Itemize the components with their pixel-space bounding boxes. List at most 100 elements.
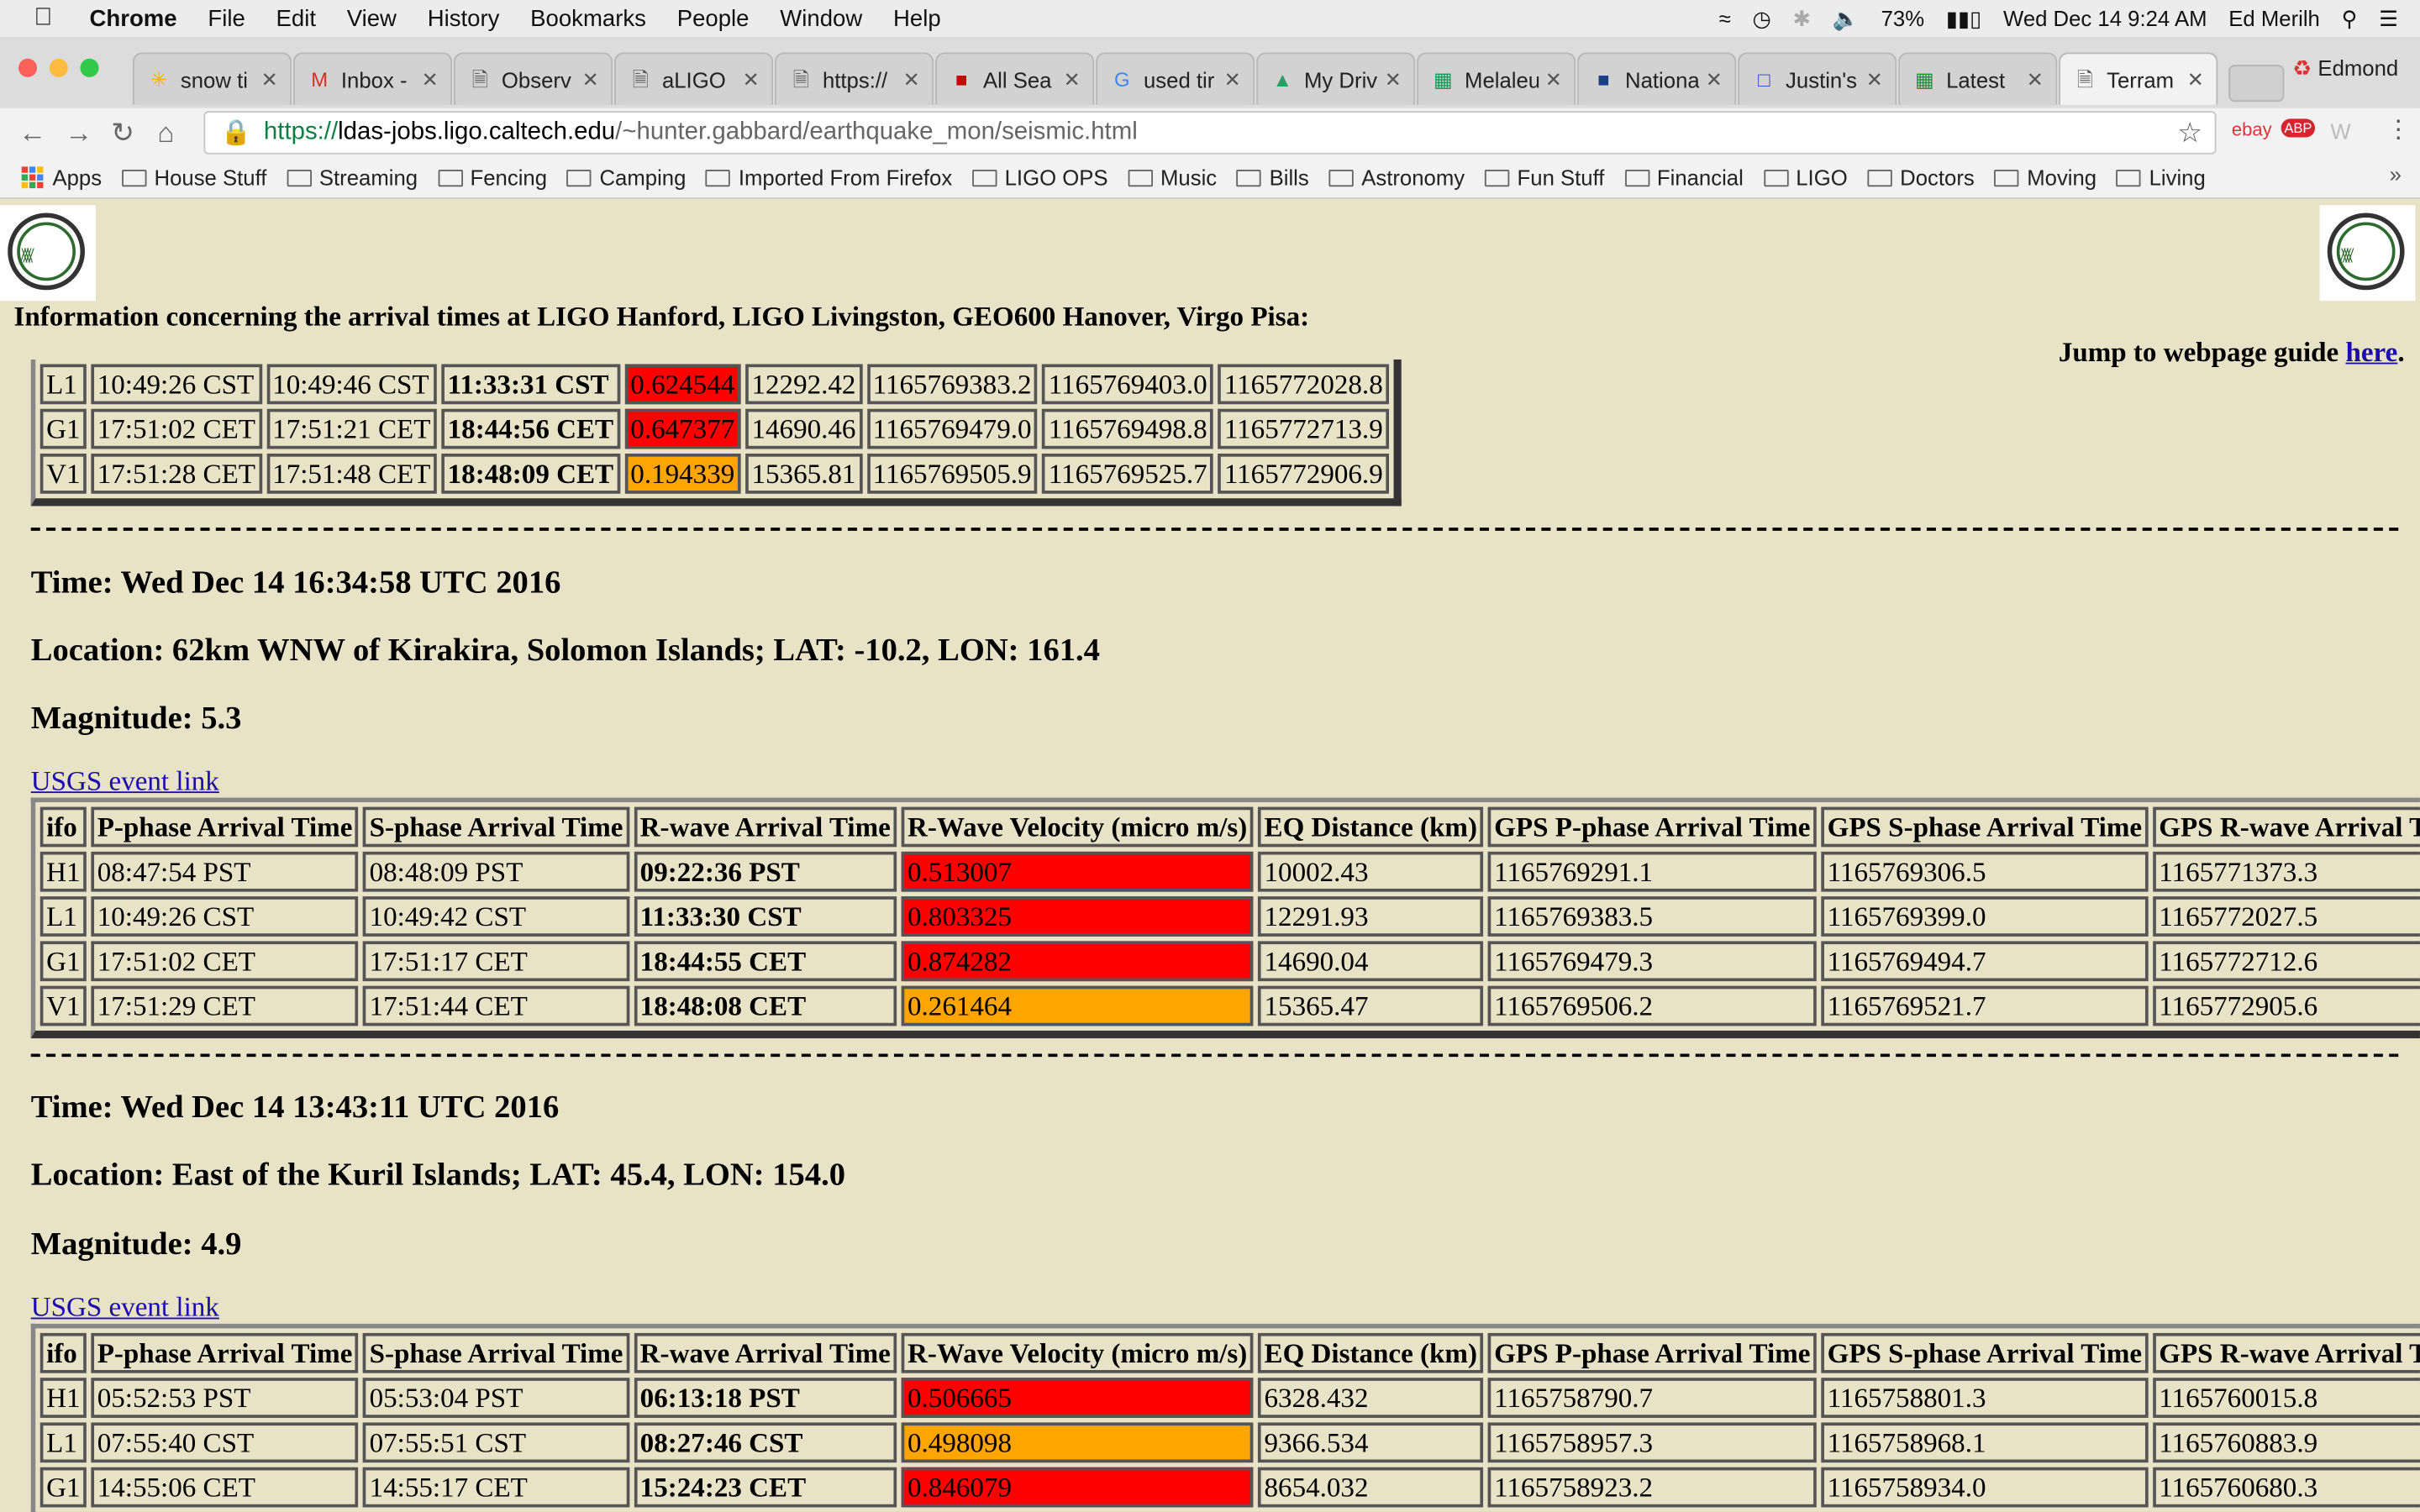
browser-tab[interactable]: ▦ Latest ✕ bbox=[1898, 52, 2058, 105]
bookmark-folder[interactable]: LIGO bbox=[1763, 165, 1848, 190]
browser-tab[interactable]: 🗎 aLIGO ✕ bbox=[614, 52, 774, 105]
browser-tab[interactable]: □ Justin's ✕ bbox=[1738, 52, 1897, 105]
column-header: GPS R-wave Arrival Time bbox=[2152, 1332, 2420, 1373]
close-tab-icon[interactable]: ✕ bbox=[1064, 67, 1081, 92]
bookmark-folder[interactable]: Bills bbox=[1237, 165, 1309, 190]
battery-icon[interactable]: ▮▮▯ bbox=[1946, 5, 1981, 31]
bookmark-apps[interactable]: Apps bbox=[0, 165, 102, 190]
green-icon: ▦ bbox=[1915, 66, 1934, 91]
menu-window[interactable]: Window bbox=[780, 5, 862, 31]
table-cell: 1165772028.8 bbox=[1218, 364, 1390, 405]
column-header: ifo bbox=[39, 1332, 87, 1373]
menu-app-name[interactable]: Chrome bbox=[90, 5, 177, 31]
browser-tab[interactable]: M Inbox - ✕ bbox=[292, 52, 453, 105]
bookmark-folder[interactable]: Music bbox=[1128, 165, 1217, 190]
page-icon: 🗎 bbox=[632, 66, 649, 91]
user-name[interactable]: Ed Merilh bbox=[2228, 6, 2320, 30]
close-tab-icon[interactable]: ✕ bbox=[2187, 67, 2204, 92]
bookmark-folder[interactable]: Financial bbox=[1624, 165, 1744, 190]
menu-bookmarks[interactable]: Bookmarks bbox=[530, 5, 646, 31]
close-tab-icon[interactable]: ✕ bbox=[743, 67, 760, 92]
folder-icon bbox=[1624, 169, 1649, 186]
new-tab-button[interactable] bbox=[2228, 65, 2285, 102]
close-tab-icon[interactable]: ✕ bbox=[2027, 67, 2044, 92]
bluetooth-icon[interactable]: ✱ bbox=[1793, 5, 1812, 31]
bookmark-folder[interactable]: Astronomy bbox=[1328, 165, 1465, 190]
close-tab-icon[interactable]: ✕ bbox=[582, 67, 599, 92]
reload-icon[interactable]: ↻ bbox=[111, 118, 134, 150]
browser-tab[interactable]: Gused tir ✕ bbox=[1096, 52, 1255, 105]
zoom-window-button[interactable] bbox=[80, 58, 99, 77]
column-header: EQ Distance (km) bbox=[1258, 1332, 1484, 1373]
bookmark-folder[interactable]: Doctors bbox=[1867, 165, 1975, 190]
macos-menubar:  Chrome File Edit View History Bookmark… bbox=[0, 0, 2420, 38]
table-row: H1 08:47:54 PST 08:48:09 PST 09:22:36 PST 0.… bbox=[39, 851, 2420, 892]
browser-tab[interactable]: 🗎 Observ ✕ bbox=[453, 52, 613, 105]
menu-history[interactable]: History bbox=[428, 5, 500, 31]
menu-people[interactable]: People bbox=[677, 5, 750, 31]
close-tab-icon[interactable]: ✕ bbox=[1545, 67, 1562, 92]
chrome-menu-icon[interactable]: ⋮ bbox=[2386, 114, 2411, 145]
url-scheme: https:// bbox=[263, 118, 339, 145]
clock[interactable]: Wed Dec 14 9:24 AM bbox=[2003, 6, 2207, 30]
walmart-icon: ✳ bbox=[150, 66, 168, 91]
bookmark-label: Living bbox=[2149, 165, 2206, 190]
browser-tab[interactable]: ■ All Sea ✕ bbox=[935, 52, 1095, 105]
close-tab-icon[interactable]: ✕ bbox=[1706, 67, 1723, 92]
minimize-window-button[interactable] bbox=[49, 58, 68, 77]
ebay-extension-icon[interactable]: ebay bbox=[2232, 118, 2272, 140]
close-window-button[interactable] bbox=[18, 58, 38, 77]
w-extension-icon[interactable]: W bbox=[2330, 118, 2350, 143]
usgs-event-link[interactable]: USGS event link bbox=[31, 1291, 219, 1324]
close-tab-icon[interactable]: ✕ bbox=[1385, 67, 1402, 92]
close-tab-icon[interactable]: ✕ bbox=[903, 67, 920, 92]
notification-center-icon[interactable]: ☰ bbox=[2379, 5, 2398, 31]
bookmark-folder[interactable]: House Stuff bbox=[121, 165, 266, 190]
folder-icon bbox=[972, 169, 997, 186]
volume-icon[interactable]: 🔈 bbox=[1833, 5, 1860, 31]
profile-button[interactable]: ♻ Edmond bbox=[2292, 55, 2398, 81]
usgs-event-link[interactable]: USGS event link bbox=[31, 765, 219, 798]
menu-help[interactable]: Help bbox=[893, 5, 941, 31]
table-row: V1 17:51:28 CET 17:51:48 CET 18:48:09 CET 0.… bbox=[39, 453, 1390, 494]
more-bookmarks-icon[interactable]: » bbox=[2390, 162, 2402, 186]
bookmark-folder[interactable]: Living bbox=[2117, 165, 2206, 190]
guide-link[interactable]: here bbox=[2345, 336, 2397, 367]
bookmark-folder[interactable]: Camping bbox=[566, 165, 686, 190]
bookmark-folder[interactable]: Imported From Firefox bbox=[706, 165, 952, 190]
bookmark-folder[interactable]: Streaming bbox=[287, 165, 418, 190]
wifi-icon[interactable]: ≈ bbox=[1719, 6, 1731, 30]
menu-file[interactable]: File bbox=[208, 5, 245, 31]
forward-icon[interactable]: → bbox=[65, 118, 92, 150]
menu-view[interactable]: View bbox=[347, 5, 397, 31]
bookmark-folder[interactable]: Fencing bbox=[437, 165, 547, 190]
browser-tab[interactable]: ▦ Melaleu ✕ bbox=[1417, 52, 1576, 105]
close-tab-icon[interactable]: ✕ bbox=[1866, 67, 1883, 92]
browser-tab[interactable]: ■ Nationa ✕ bbox=[1577, 52, 1737, 105]
menu-edit[interactable]: Edit bbox=[276, 5, 316, 31]
home-icon[interactable]: ⌂ bbox=[157, 118, 174, 150]
arrival-table: ifo P-phase Arrival Time S-phase Arrival T… bbox=[30, 797, 2420, 1039]
bookmark-folder[interactable]: Moving bbox=[1994, 165, 2096, 190]
bookmark-folder[interactable]: LIGO OPS bbox=[972, 165, 1108, 190]
address-bar[interactable]: 🔒 https:// ldas-jobs.ligo.caltech.edu /~… bbox=[203, 111, 2217, 155]
battery-percent[interactable]: 73% bbox=[1881, 6, 1924, 30]
spotlight-icon[interactable]: ⚲ bbox=[2342, 5, 2358, 31]
back-icon[interactable]: ← bbox=[18, 118, 46, 150]
tab-title: Justin's bbox=[1786, 66, 1858, 92]
browser-tab[interactable]: 🗎 Terram ✕ bbox=[2059, 52, 2218, 105]
browser-tab[interactable]: ✳ snow ti ✕ bbox=[132, 52, 292, 105]
bookmark-folder[interactable]: Fun Stuff bbox=[1484, 165, 1604, 190]
table-row: L1 10:49:26 CST 10:49:42 CST 11:33:30 CST 0.… bbox=[39, 896, 2420, 937]
close-tab-icon[interactable]: ✕ bbox=[1224, 67, 1241, 92]
close-tab-icon[interactable]: ✕ bbox=[422, 67, 439, 92]
adblock-extension-icon[interactable]: ABP bbox=[2281, 118, 2316, 138]
browser-tab[interactable]: ▲ My Driv ✕ bbox=[1256, 52, 1416, 105]
table-cell: 14690.04 bbox=[1258, 941, 1484, 982]
close-tab-icon[interactable]: ✕ bbox=[261, 67, 278, 92]
bookmark-star-icon[interactable]: ☆ bbox=[2177, 117, 2202, 150]
browser-tab[interactable]: 🗎 https:// ✕ bbox=[775, 52, 934, 105]
lock-icon[interactable]: 🔒 bbox=[221, 118, 252, 149]
time-machine-icon[interactable]: ◷ bbox=[1752, 5, 1770, 31]
apple-icon[interactable]:  bbox=[34, 5, 65, 33]
